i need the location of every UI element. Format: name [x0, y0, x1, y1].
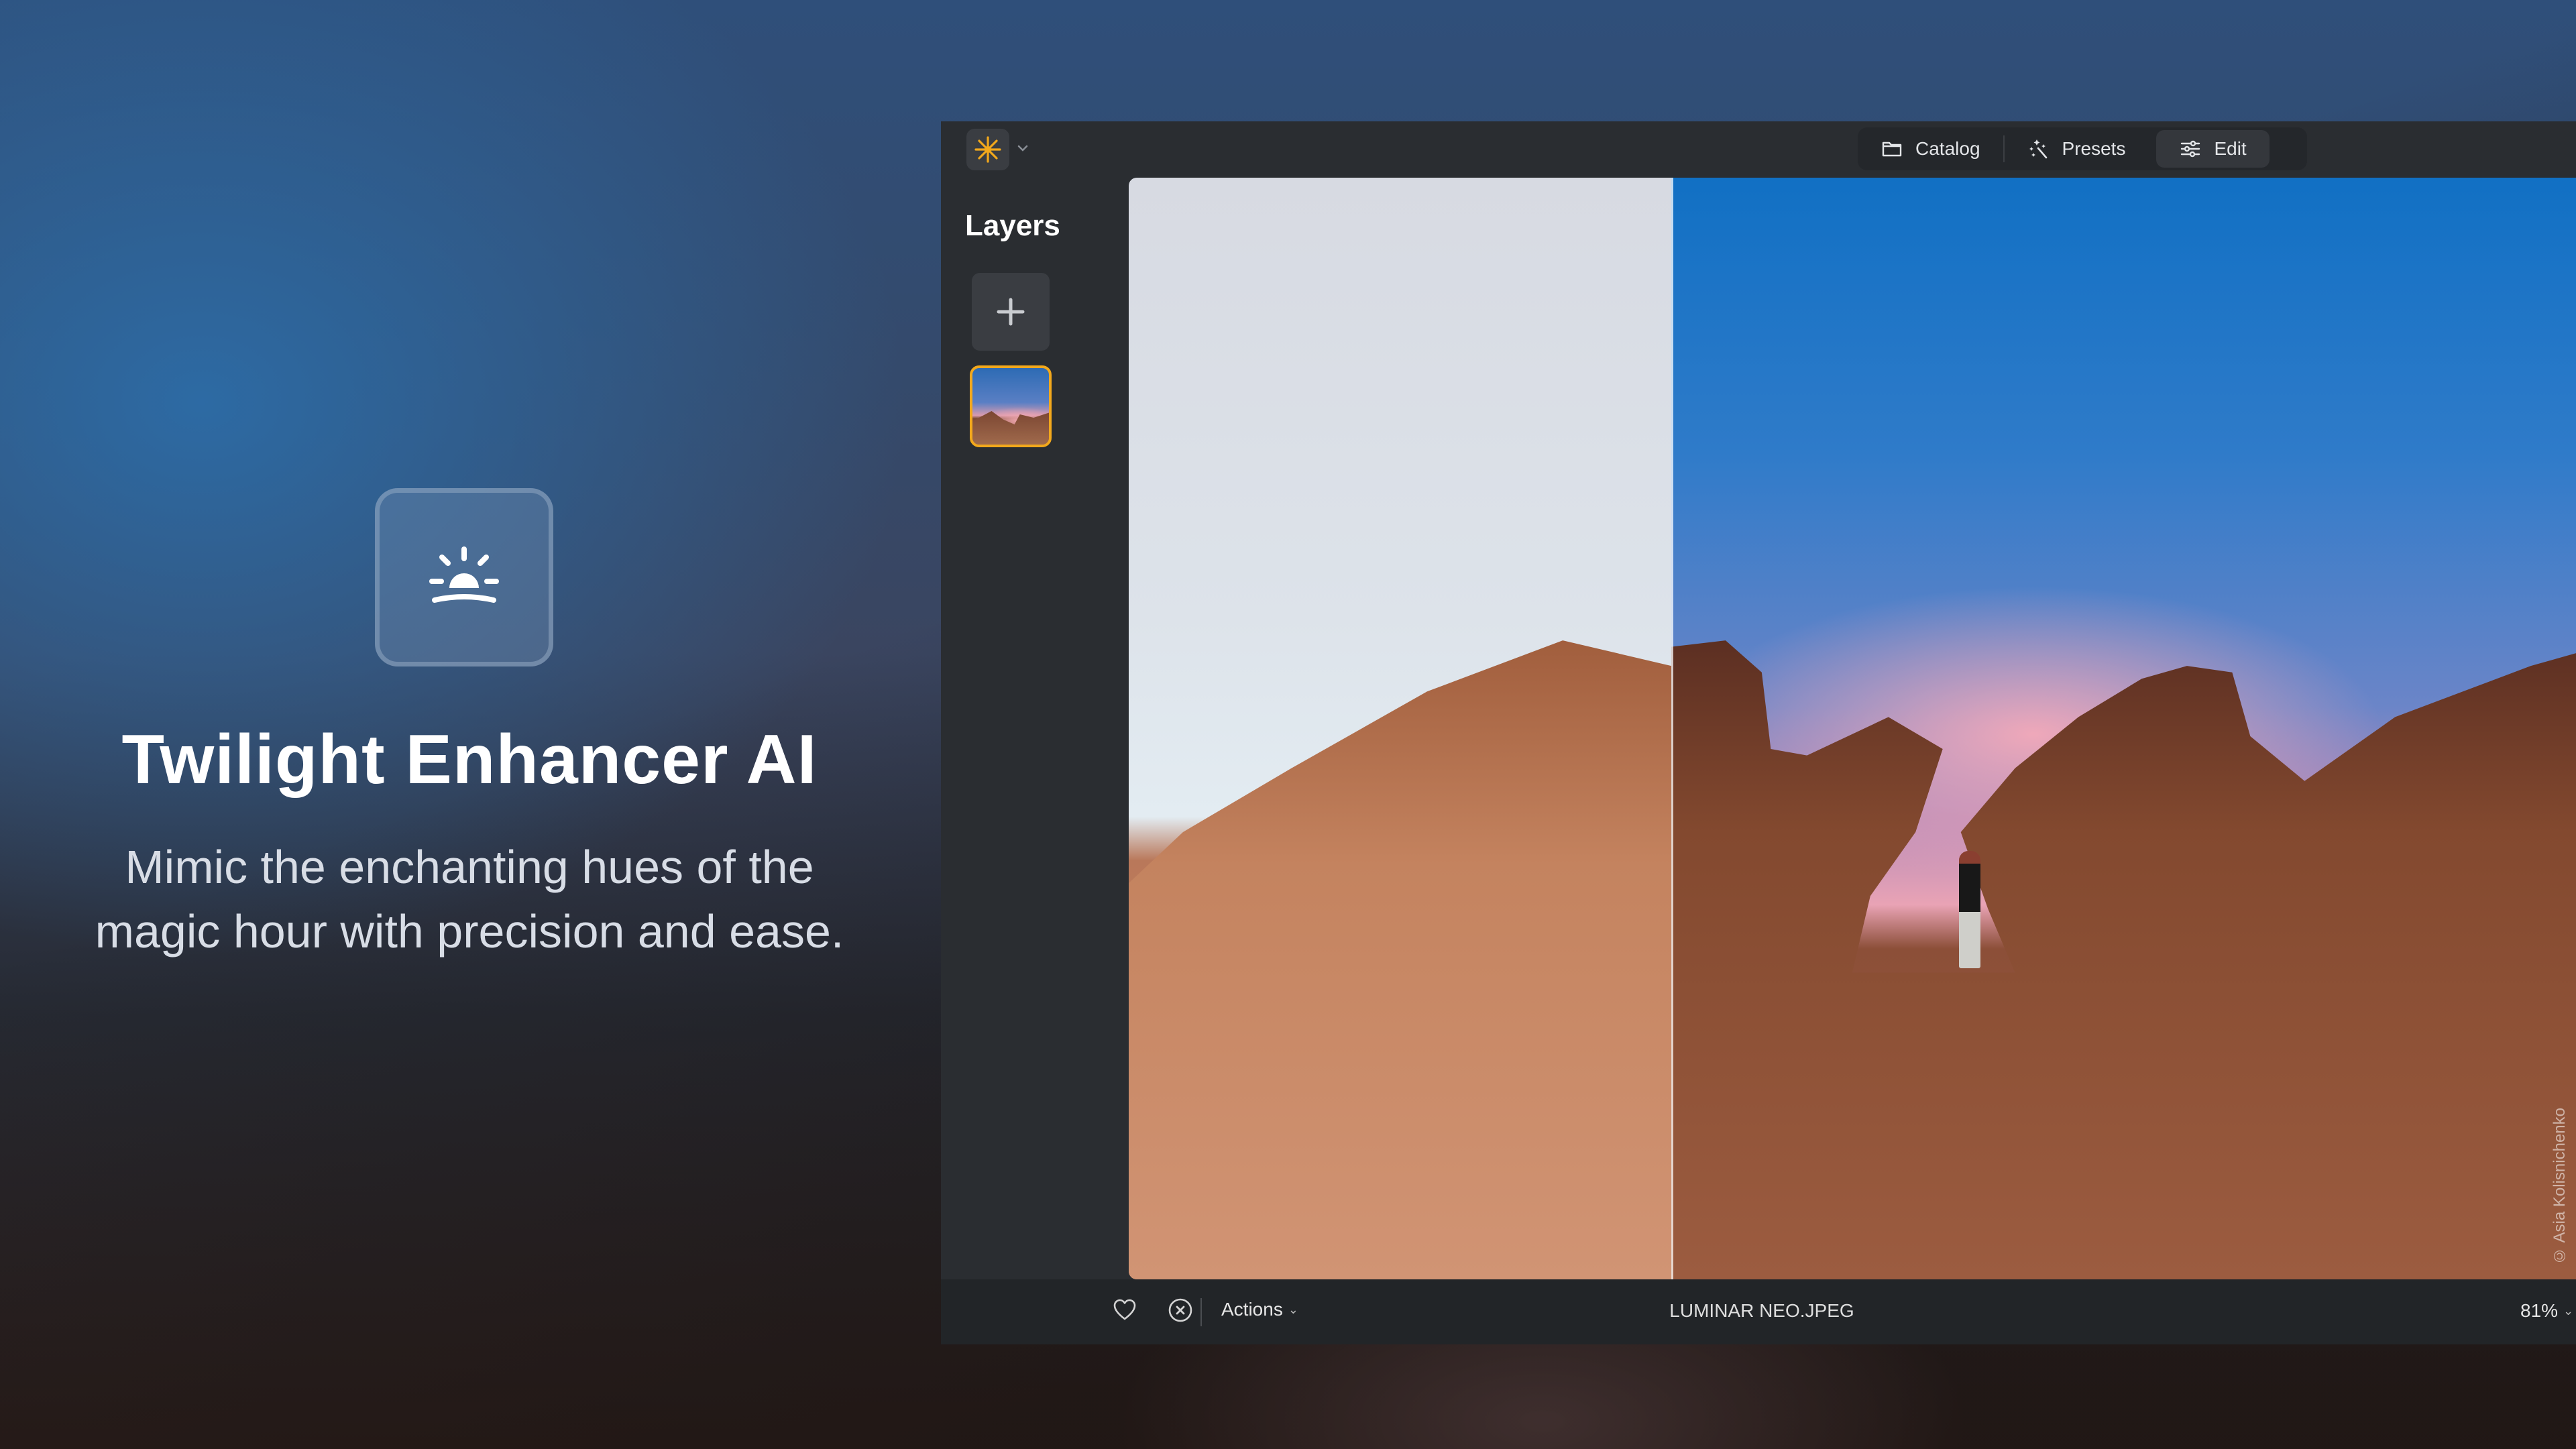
- subtitle-line: Mimic the enchanting hues of the: [125, 841, 814, 893]
- layer-thumbnail[interactable]: [970, 365, 1052, 447]
- rock-arch-after: [1671, 640, 2576, 1279]
- top-bar: Catalog Presets Edit: [941, 121, 2576, 178]
- tab-presets[interactable]: Presets: [2005, 130, 2149, 168]
- before-after-divider[interactable]: [1671, 178, 1673, 1279]
- tab-edit[interactable]: Edit: [2156, 130, 2270, 168]
- rock-formation-before: [1129, 640, 1671, 1279]
- zoom-value: 81%: [2520, 1300, 2559, 1321]
- magic-wand-icon: [2029, 139, 2047, 159]
- photo-credit: © Asia Kolisnichenko: [2551, 1108, 2569, 1265]
- folder-icon: [1882, 141, 1902, 157]
- tab-catalog[interactable]: Catalog: [1858, 130, 2003, 168]
- feature-subtitle: Mimic the enchanting hues of the magic h…: [0, 835, 939, 964]
- hero-section: Twilight Enhancer AI Mimic the enchantin…: [0, 0, 939, 1449]
- sliders-icon: [2181, 140, 2200, 158]
- thumbnail-image: [972, 411, 1049, 445]
- feature-icon-tile: [375, 488, 553, 666]
- image-canvas[interactable]: © Asia Kolisnichenko: [1129, 178, 2576, 1279]
- zoom-dropdown[interactable]: 81% ⌄: [2520, 1300, 2573, 1322]
- file-name: LUMINAR NEO.JPEG: [1669, 1300, 1854, 1321]
- tab-label: Catalog: [1915, 138, 1980, 159]
- app-window: Catalog Presets Edit Layers © Asia Kolis…: [941, 121, 2576, 1344]
- layers-panel-title: Layers: [965, 209, 1060, 242]
- luminar-sparkle-icon: [974, 136, 1001, 163]
- after-image: [1671, 178, 2576, 1279]
- feature-title: Twilight Enhancer AI: [121, 721, 818, 799]
- plus-icon: [997, 298, 1025, 326]
- person-silhouette: [1959, 851, 1980, 968]
- before-image: [1129, 178, 1671, 1279]
- mode-switcher: Catalog Presets Edit: [1858, 127, 2307, 170]
- tab-label: Presets: [2062, 138, 2126, 159]
- tab-label: Edit: [2214, 138, 2247, 159]
- chevron-down-icon: ⌄: [2563, 1303, 2574, 1318]
- sunrise-icon: [429, 546, 499, 603]
- chevron-down-icon[interactable]: [1016, 141, 1029, 155]
- add-layer-button[interactable]: [972, 273, 1050, 351]
- app-menu-button[interactable]: [966, 129, 1009, 170]
- bottom-bar: Actions ⌄ LUMINAR NEO.JPEG 81% ⌄: [941, 1279, 2576, 1344]
- subtitle-line: magic hour with precision and ease.: [95, 905, 844, 958]
